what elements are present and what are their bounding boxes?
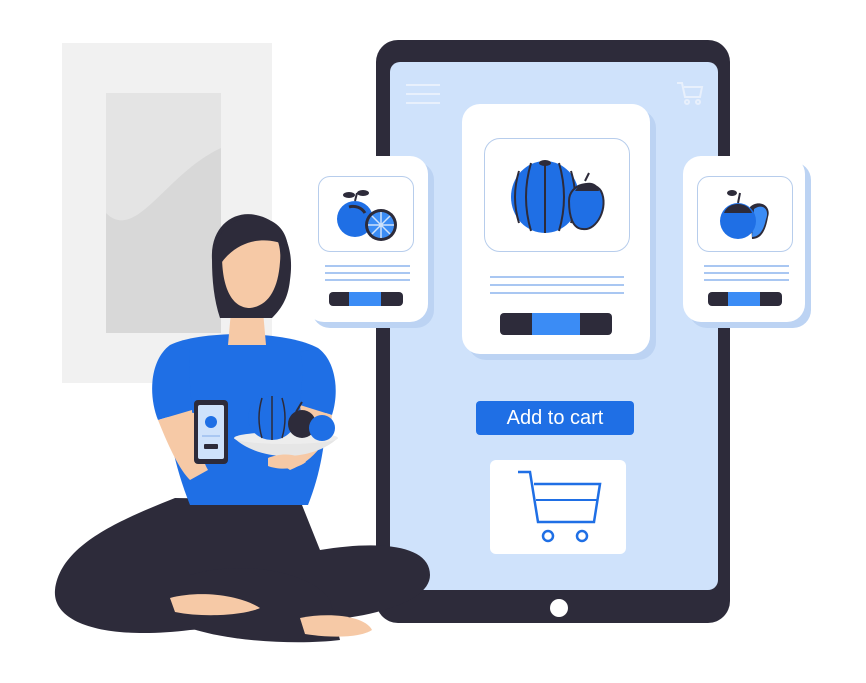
woman-illustration [54,214,430,643]
